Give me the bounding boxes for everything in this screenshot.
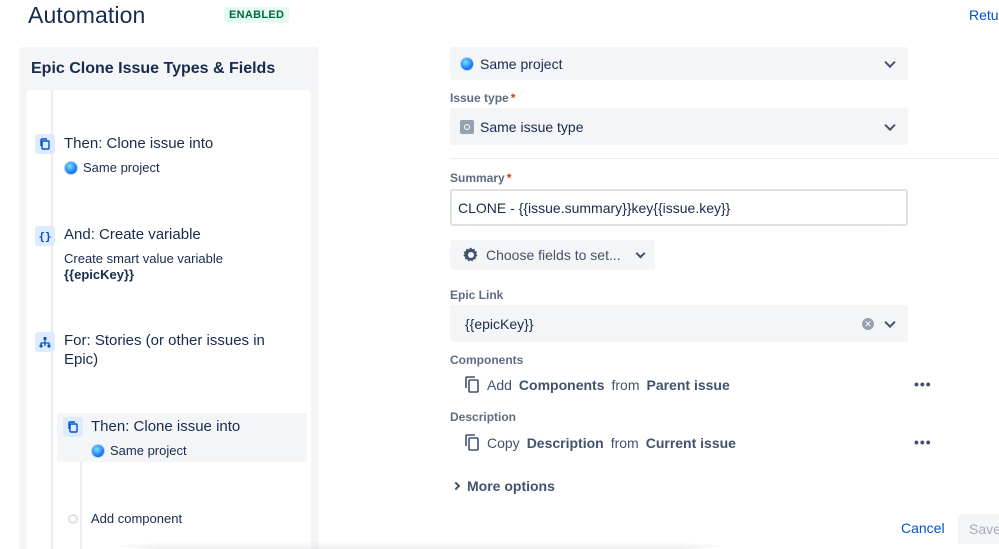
rule-panel: Epic Clone Issue Types & Fields xyxy=(19,47,319,549)
issue-type-select[interactable]: Same issue type xyxy=(450,108,908,145)
add-component-button[interactable]: Add component xyxy=(91,511,182,526)
rule-component-clone-nested-content: Then: Clone issue into Same project xyxy=(63,416,303,460)
save-button[interactable]: Save xyxy=(958,514,999,544)
description-row[interactable]: Copy Description from Current issue xyxy=(464,434,736,451)
choose-fields-button[interactable]: Choose fields to set... xyxy=(450,240,655,270)
copy-icon xyxy=(35,134,55,154)
gear-icon xyxy=(463,247,478,262)
issue-type-icon xyxy=(460,119,474,134)
copy-icon xyxy=(465,434,479,451)
braces-icon: {} xyxy=(35,226,55,246)
chevron-down-icon xyxy=(884,316,896,328)
components-label: Components xyxy=(450,353,524,367)
component-title: For: Stories (or other issues in Epic) xyxy=(64,332,265,368)
chevron-down-icon xyxy=(635,248,646,258)
page-title: Automation xyxy=(28,2,146,28)
project-avatar-icon xyxy=(91,443,105,458)
rule-component-branch[interactable]: For: Stories (or other issues in Epic) xyxy=(35,330,305,372)
project-avatar-icon xyxy=(64,160,78,175)
more-options-toggle[interactable]: More options xyxy=(451,478,555,494)
issue-type-label: Issue type * xyxy=(450,91,516,105)
rule-component-clone[interactable]: Then: Clone issue into Same project xyxy=(35,133,305,181)
summary-label: Summary * xyxy=(450,171,512,185)
return-link[interactable]: Retur xyxy=(969,7,999,23)
more-actions-icon[interactable]: ••• xyxy=(914,376,932,392)
scroll-shadow xyxy=(120,540,720,549)
rule-component-create-variable[interactable]: {} And: Create variable Create smart val… xyxy=(35,224,305,284)
variable-name: {{epicKey}} xyxy=(64,267,135,282)
component-title: And: Create variable xyxy=(64,226,201,243)
epic-link-label: Epic Link xyxy=(450,288,504,302)
chevron-right-icon xyxy=(451,481,461,491)
component-subtitle: Create smart value variable xyxy=(64,251,223,266)
rule-name: Epic Clone Issue Types & Fields xyxy=(31,60,276,77)
project-select[interactable]: Same project xyxy=(450,47,908,80)
chevron-down-icon xyxy=(884,119,896,131)
project-avatar-icon xyxy=(460,56,474,71)
components-row[interactable]: Add Components from Parent issue xyxy=(464,376,730,393)
add-component-dot xyxy=(68,514,78,524)
description-label: Description xyxy=(450,410,517,424)
chevron-down-icon xyxy=(884,56,896,68)
copy-icon xyxy=(63,417,83,437)
section-divider xyxy=(450,158,999,159)
component-title: Then: Clone issue into xyxy=(64,135,214,152)
epic-link-select[interactable]: {{epicKey}} ✕ xyxy=(450,305,908,342)
summary-input[interactable]: CLONE - {{issue.summary}}key{{issue.key}… xyxy=(450,189,908,226)
component-subtitle: Same project xyxy=(91,443,187,458)
more-actions-icon[interactable]: ••• xyxy=(914,434,932,450)
component-subtitle: Same project xyxy=(64,160,160,175)
status-badge: ENABLED xyxy=(224,7,290,23)
branch-icon xyxy=(35,332,55,352)
clear-icon[interactable]: ✕ xyxy=(862,317,874,330)
copy-icon xyxy=(465,376,479,393)
component-title: Then: Clone issue into xyxy=(91,418,241,435)
cancel-button[interactable]: Cancel xyxy=(901,520,945,536)
